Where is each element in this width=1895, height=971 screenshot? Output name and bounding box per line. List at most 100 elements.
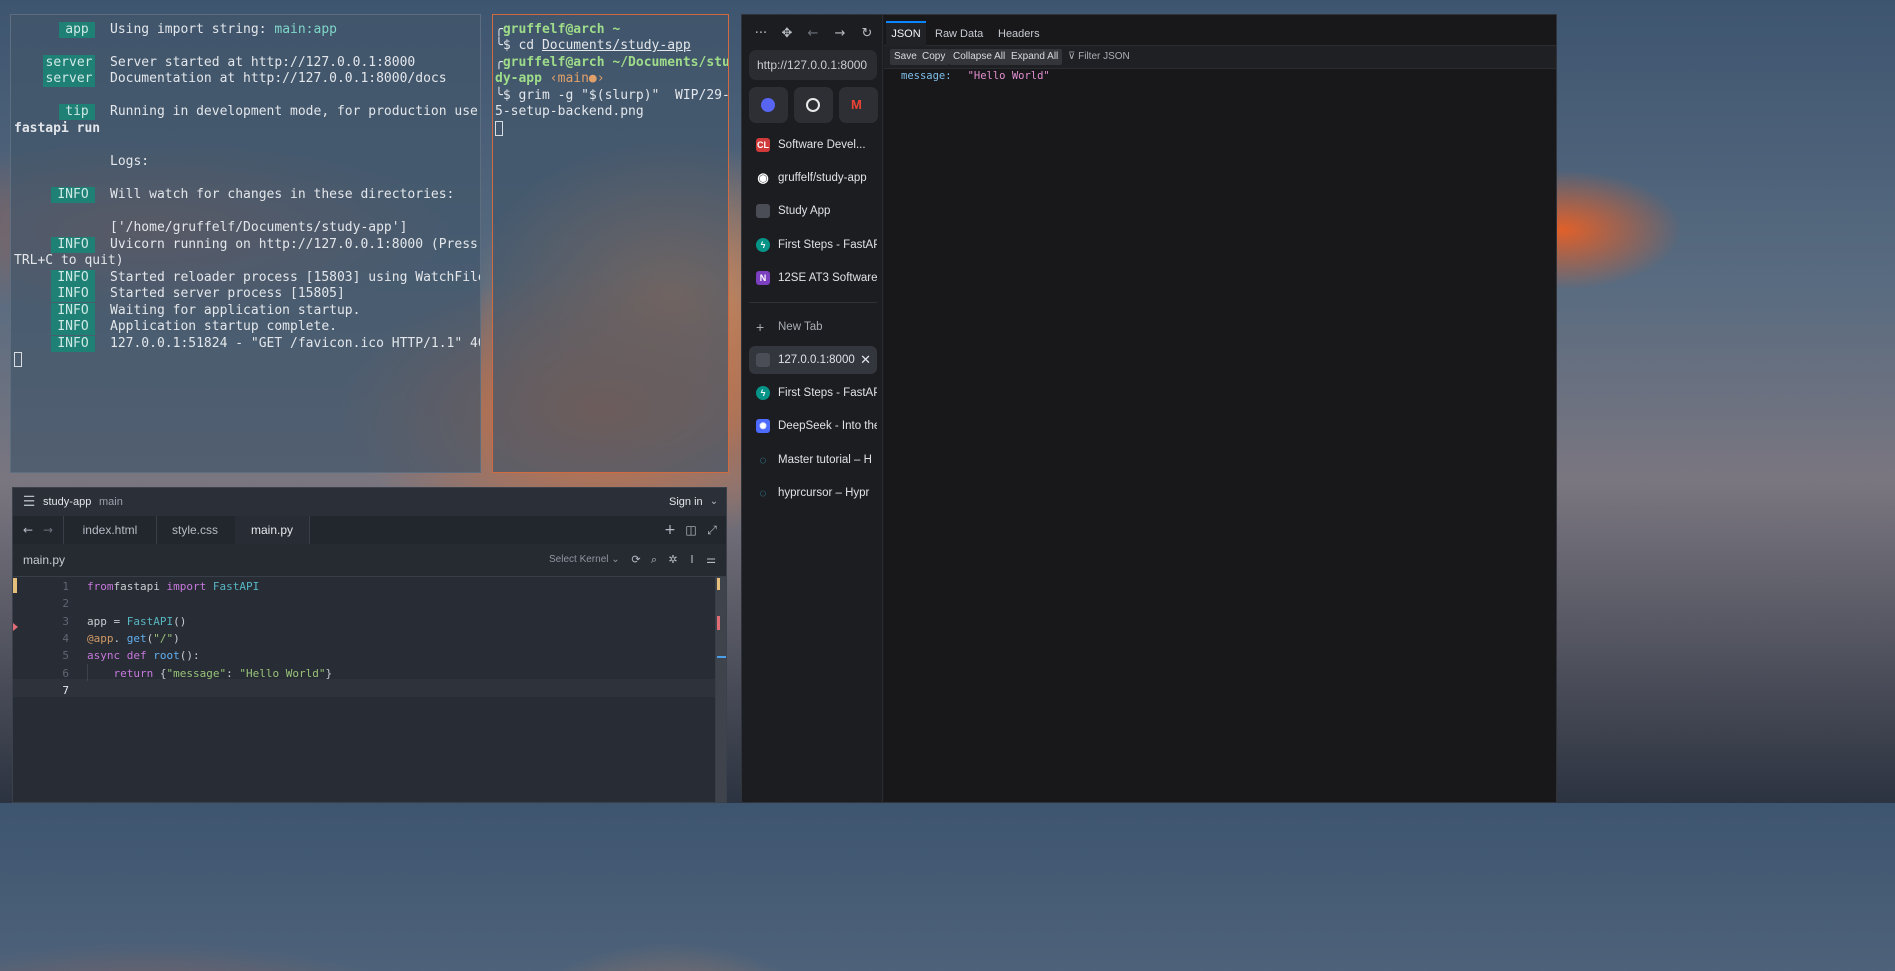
- pinned-discord[interactable]: [749, 87, 788, 123]
- code-token: app =: [87, 614, 127, 628]
- log-tag-info: INFO: [51, 319, 95, 335]
- sidebar-tab-1[interactable]: ϟ First Steps - FastAPI: [749, 379, 877, 407]
- log-tag-info: INFO: [51, 286, 95, 302]
- sidebar-item-4[interactable]: N 12SE AT3 Software: [749, 264, 877, 292]
- indent-guide: [87, 664, 88, 681]
- scrollbar-thumb[interactable]: [716, 577, 726, 802]
- save-button[interactable]: Save: [890, 49, 921, 65]
- json-key: message:: [901, 70, 952, 82]
- sidebar-tab-0[interactable]: 127.0.0.1:8000 ✕: [749, 346, 877, 374]
- code-editor[interactable]: ☰ study-app main Sign in ⌄ ← → index.htm…: [12, 487, 727, 803]
- json-row[interactable]: message: "Hello World": [901, 70, 1050, 82]
- line-number: 2: [62, 597, 69, 611]
- log-line: Server started at http://127.0.0.1:8000: [110, 55, 416, 70]
- code-line: app = FastAPI(): [87, 613, 186, 630]
- code-line: return {"message": "Hello World"}: [87, 665, 333, 682]
- tab-style-css[interactable]: style.css: [155, 516, 236, 544]
- close-tab-icon[interactable]: ✕: [857, 346, 871, 374]
- back-arrow-icon[interactable]: ←: [21, 523, 35, 537]
- command-line-1: ╰$ cd Documents/study-app: [495, 38, 691, 53]
- settings-sliders-icon[interactable]: ⚌: [704, 553, 718, 567]
- browser-window[interactable]: ··· ✥ ← → ↻ http://127.0.0.1:8000 M CL So…: [741, 14, 1557, 803]
- gmail-icon: M: [851, 97, 862, 112]
- prompt-user: gruffelf@arch ~: [502, 22, 621, 37]
- refresh-icon[interactable]: ⟳: [629, 553, 643, 567]
- chevron-down-icon[interactable]: ⌄: [707, 495, 721, 509]
- new-tab-label: New Tab: [778, 321, 823, 333]
- sidebar-tab-4[interactable]: ◌ hyprcursor – Hypr: [749, 479, 877, 507]
- text-cursor-icon[interactable]: I: [685, 553, 699, 567]
- tab-raw-data[interactable]: Raw Data: [935, 21, 983, 45]
- url-bar[interactable]: http://127.0.0.1:8000: [749, 50, 877, 80]
- new-tab-button[interactable]: + New Tab: [749, 313, 877, 341]
- prompt-user-path: gruffelf@arch ~/Documents/stu: [502, 55, 729, 70]
- scroll-marker-deletion: [717, 616, 720, 630]
- editor-titlebar: ☰ study-app main Sign in ⌄: [13, 488, 726, 517]
- code-token: import: [166, 580, 207, 593]
- sidebar-item-0[interactable]: CL Software Devel...: [749, 131, 877, 159]
- scroll-marker-cursor: [717, 656, 726, 658]
- sidebar-item-1[interactable]: ◉ gruffelf/study-app: [749, 164, 877, 192]
- menu-icon[interactable]: ☰: [22, 495, 36, 509]
- editor-tab-bar: ← → index.html style.css main.py + ◫ ⤢: [13, 516, 726, 545]
- pinned-chatgpt[interactable]: [794, 87, 833, 123]
- collapse-all-button[interactable]: Collapse All: [949, 49, 1010, 65]
- git-deletion-marker: [13, 623, 18, 631]
- prompt-line-2-cont: dy-app ‹main●›: [495, 71, 605, 87]
- tab-index-html[interactable]: index.html: [63, 516, 157, 544]
- tab-json[interactable]: JSON: [886, 21, 926, 47]
- forward-icon[interactable]: →: [832, 26, 848, 42]
- maximize-icon[interactable]: ⤢: [705, 523, 719, 537]
- log-line: Application startup complete.: [110, 319, 337, 334]
- new-tab-plus-icon[interactable]: +: [663, 523, 677, 537]
- code-token: fastapi: [113, 580, 167, 593]
- editor-breadcrumb: main.py Select Kernel ⌄ ⟳ ⌕ ✲ I ⚌: [13, 544, 726, 577]
- forward-arrow-icon[interactable]: →: [41, 523, 55, 537]
- branch-name[interactable]: main: [99, 496, 123, 508]
- code-token: }: [325, 666, 333, 680]
- sidebar-tab-label: hyprcursor – Hypr: [778, 486, 870, 499]
- sidebar-tab-3[interactable]: ◌ Master tutorial – H: [749, 446, 877, 474]
- log-line: Running in development mode, for product…: [110, 104, 481, 119]
- split-pane-icon[interactable]: ◫: [684, 523, 698, 537]
- search-icon[interactable]: ⌕: [647, 553, 661, 567]
- sidebar-tab-favicon-icon: [756, 353, 770, 367]
- reload-icon[interactable]: ↻: [859, 26, 875, 42]
- expand-all-button[interactable]: Expand All: [1007, 49, 1063, 65]
- code-token: @app: [87, 631, 114, 645]
- tab-main-py[interactable]: main.py: [235, 516, 310, 544]
- sign-in-button[interactable]: Sign in: [669, 496, 703, 508]
- sidebar-item-2[interactable]: Study App: [749, 197, 877, 225]
- extensions-icon[interactable]: ✥: [779, 26, 795, 42]
- ai-assist-icon[interactable]: ✲: [666, 553, 680, 567]
- pinned-gmail[interactable]: M: [839, 87, 878, 123]
- command-grim-cont: 5-setup-backend.png: [495, 104, 644, 119]
- back-icon[interactable]: ←: [805, 26, 821, 42]
- sidebar-item-favicon-icon: N: [756, 270, 770, 285]
- terminal-shell[interactable]: ╭gruffelf@arch ~ ╰$ cd Documents/study-a…: [492, 14, 729, 473]
- more-menu-icon[interactable]: ···: [753, 26, 769, 42]
- code-token: get: [126, 631, 147, 645]
- code-token: "message": [166, 666, 227, 680]
- json-viewer: JSON Raw Data Headers Save Copy Collapse…: [884, 15, 1556, 802]
- project-name[interactable]: study-app: [43, 496, 91, 508]
- editor-scrollbar[interactable]: [715, 577, 726, 802]
- terminal-cursor: [14, 352, 22, 367]
- code-area[interactable]: 1 fromfastapi import FastAPI 2 3 app = FastA…: [13, 577, 726, 802]
- filter-json-input[interactable]: ⊽ Filter JSON: [1068, 49, 1130, 65]
- code-token: (): [173, 614, 187, 628]
- line-number: 5: [62, 649, 69, 663]
- copy-button[interactable]: Copy: [918, 49, 950, 65]
- log-line: Documentation at http://127.0.0.1:8000/d…: [110, 71, 447, 86]
- sidebar-item-label: Software Devel...: [778, 139, 866, 151]
- json-value: "Hello World": [967, 70, 1050, 82]
- sidebar-tab-2[interactable]: ✺ DeepSeek - Into the: [749, 412, 877, 440]
- log-tag-app: app: [59, 22, 95, 38]
- terminal-fastapi[interactable]: app Using import string: main:app server Se…: [10, 14, 481, 473]
- tab-headers[interactable]: Headers: [998, 21, 1040, 45]
- code-token: "Hello World": [239, 666, 326, 680]
- sidebar-item-3[interactable]: ϟ First Steps - FastAPI: [749, 231, 877, 259]
- select-kernel-button[interactable]: Select Kernel ⌄: [549, 554, 620, 565]
- log-line: Logs:: [110, 154, 150, 169]
- sidebar-tab-label: 127.0.0.1:8000: [778, 354, 855, 366]
